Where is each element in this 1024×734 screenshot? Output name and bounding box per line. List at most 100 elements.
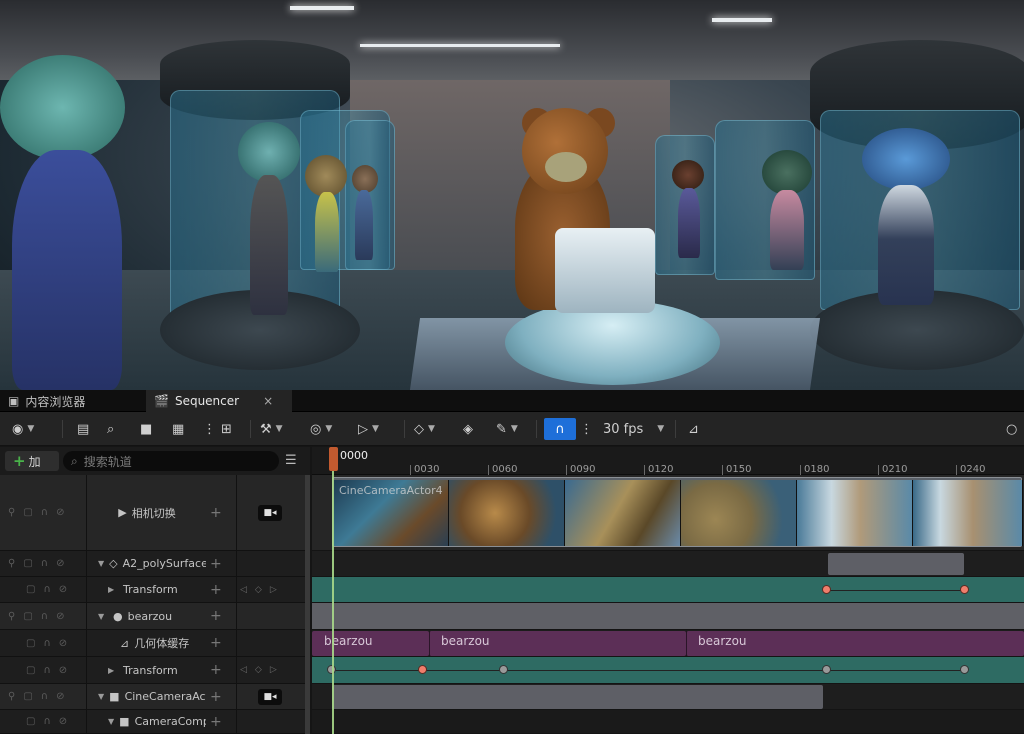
lock-icon[interactable]: ▢ (23, 691, 32, 702)
lock-icon[interactable]: ▢ (26, 638, 35, 649)
mute-icon[interactable]: ⊘ (59, 638, 67, 649)
view-menu[interactable]: ◎ ▼ (310, 418, 332, 440)
chevron-down-icon[interactable]: ▼ (108, 717, 114, 726)
add-track-button[interactable]: + 加 (5, 451, 59, 471)
camera-lock-button[interactable]: ■◂ (258, 505, 282, 521)
chevron-down-icon[interactable]: ▼ (98, 559, 104, 568)
add-subtrack-button[interactable]: + (210, 475, 222, 550)
timeline-panel[interactable]: 0000 0030 0060 0090 0120 0150 0180 0210 0240 Ci… (312, 447, 1024, 734)
tools-menu[interactable]: ⚒ ▼ (260, 418, 283, 440)
track-row[interactable]: ▢ ∩ ⊘ ⊿ 几何体缓存 + (0, 630, 310, 657)
geometry-clip[interactable]: bearzou (429, 631, 686, 656)
playback-menu[interactable]: ▷ ▼ (358, 418, 379, 440)
tab-sequencer[interactable]: 🎬 Sequencer × (146, 390, 292, 412)
snap-toggle[interactable]: ∩ (544, 418, 576, 440)
search-button[interactable]: ○ (1006, 418, 1017, 440)
chevron-right-icon[interactable]: ▶ (108, 666, 118, 675)
geometry-clip[interactable]: bearzou (312, 631, 429, 656)
lock-icon[interactable]: ▢ (26, 584, 35, 595)
filter-icon[interactable]: ☰ (285, 453, 297, 468)
key-interp-button[interactable]: ◈ (463, 418, 473, 440)
track-row[interactable]: ⚲ ▢ ∩ ⊘ ▶ 相机切换 + ■◂ (0, 475, 310, 551)
hierarchy-button[interactable]: ⊞ (221, 418, 232, 440)
add-subtrack-button[interactable]: + (210, 603, 222, 629)
time-ruler[interactable]: 0000 0030 0060 0090 0120 0150 0180 0210 0240 (312, 447, 1024, 475)
more-options[interactable]: ⋮ (203, 418, 216, 440)
track-row[interactable]: ⚲ ▢ ∩ ⊘ ▼ ◇ A2_polySurface + (0, 551, 310, 577)
keyframe[interactable] (960, 585, 969, 594)
lock-icon[interactable]: ▢ (23, 507, 32, 518)
add-key-icon[interactable]: ◇ (255, 585, 262, 595)
keyframe[interactable] (822, 585, 831, 594)
add-subtrack-button[interactable]: + (210, 551, 222, 576)
tab-content-browser[interactable]: ▣ 内容浏览器 (0, 390, 146, 412)
headphones-icon[interactable]: ∩ (41, 691, 48, 702)
pin-icon[interactable]: ⚲ (8, 691, 15, 702)
section-bar[interactable] (332, 685, 823, 709)
browse-button[interactable]: ⌕ (107, 418, 114, 440)
transform-track[interactable] (312, 577, 1024, 603)
headphones-icon[interactable]: ∩ (41, 558, 48, 569)
geometry-cache-track[interactable]: bearzou bearzou bearzou (312, 630, 1024, 657)
keyframe[interactable] (960, 665, 969, 674)
save-button[interactable]: ▤ (77, 418, 89, 440)
track-row[interactable]: ▢ ∩ ⊘ ▶ Transform + ◁ ◇ ▷ (0, 657, 310, 684)
keyframe[interactable] (499, 665, 508, 674)
mute-icon[interactable]: ⊘ (56, 611, 64, 622)
pin-icon[interactable]: ⚲ (8, 507, 15, 518)
track-row[interactable]: ⚲ ▢ ∩ ⊘ ▼ ● bearzou + (0, 603, 310, 630)
camera-component-track[interactable] (312, 710, 1024, 734)
camera-cut-section[interactable]: CineCameraActor4 (332, 477, 1023, 547)
camera-lock-button[interactable]: ■◂ (258, 689, 282, 705)
pin-icon[interactable]: ⚲ (8, 611, 15, 622)
prev-key-icon[interactable]: ◁ (240, 585, 247, 595)
mute-icon[interactable]: ⊘ (56, 507, 64, 518)
add-subtrack-button[interactable]: + (210, 710, 222, 733)
playhead-handle[interactable] (329, 447, 338, 471)
chevron-right-icon[interactable]: ▶ (108, 585, 118, 594)
headphones-icon[interactable]: ∩ (43, 665, 50, 676)
prev-key-icon[interactable]: ◁ (240, 665, 247, 675)
add-subtrack-button[interactable]: + (210, 657, 222, 683)
section-bar[interactable] (828, 553, 964, 575)
transform-track[interactable] (312, 657, 1024, 684)
world-menu[interactable]: ◉ ▼ (12, 418, 34, 440)
level-viewport[interactable] (0, 0, 1024, 390)
search-tracks-input[interactable]: ⌕ 搜索轨道 (63, 451, 279, 471)
track-row[interactable]: ▢ ∩ ⊘ ▼ ■ CameraComp + (0, 710, 310, 734)
add-key-icon[interactable]: ◇ (255, 665, 262, 675)
headphones-icon[interactable]: ∩ (43, 638, 50, 649)
mute-icon[interactable]: ⊘ (56, 691, 64, 702)
headphones-icon[interactable]: ∩ (41, 611, 48, 622)
close-icon[interactable]: × (263, 394, 273, 408)
next-key-icon[interactable]: ▷ (270, 665, 277, 675)
mute-icon[interactable]: ⊘ (56, 558, 64, 569)
framerate-select[interactable]: 30 fps ▼ (603, 418, 664, 440)
chevron-down-icon[interactable]: ▼ (98, 612, 108, 621)
mesh-track[interactable] (312, 551, 1024, 577)
curve-editor-button[interactable]: ⊿ (688, 418, 699, 440)
render-movie-button[interactable]: ■ (140, 418, 152, 440)
headphones-icon[interactable]: ∩ (41, 507, 48, 518)
keyframe[interactable] (822, 665, 831, 674)
chevron-down-icon[interactable]: ▼ (98, 692, 104, 701)
edit-menu[interactable]: ✎ ▼ (496, 418, 518, 440)
mute-icon[interactable]: ⊘ (59, 716, 67, 727)
track-row[interactable]: ▢ ∩ ⊘ ▶ Transform + ◁ ◇ ▷ (0, 577, 310, 603)
keyframe[interactable] (418, 665, 427, 674)
lock-icon[interactable]: ▢ (26, 665, 35, 676)
key-menu[interactable]: ◇ ▼ (414, 418, 435, 440)
next-key-icon[interactable]: ▷ (270, 585, 277, 595)
headphones-icon[interactable]: ∩ (43, 716, 50, 727)
clapper-button[interactable]: ▦ (172, 418, 184, 440)
lock-icon[interactable]: ▢ (26, 716, 35, 727)
add-subtrack-button[interactable]: + (210, 630, 222, 656)
actor-track[interactable] (312, 603, 1024, 630)
add-subtrack-button[interactable]: + (210, 577, 222, 602)
camera-actor-track[interactable] (312, 684, 1024, 710)
outliner-scrollbar[interactable] (305, 475, 310, 734)
mute-icon[interactable]: ⊘ (59, 665, 67, 676)
lock-icon[interactable]: ▢ (23, 558, 32, 569)
track-row[interactable]: ⚲ ▢ ∩ ⊘ ▼ ■ CineCameraActor + ■◂ (0, 684, 310, 710)
add-subtrack-button[interactable]: + (210, 684, 222, 709)
